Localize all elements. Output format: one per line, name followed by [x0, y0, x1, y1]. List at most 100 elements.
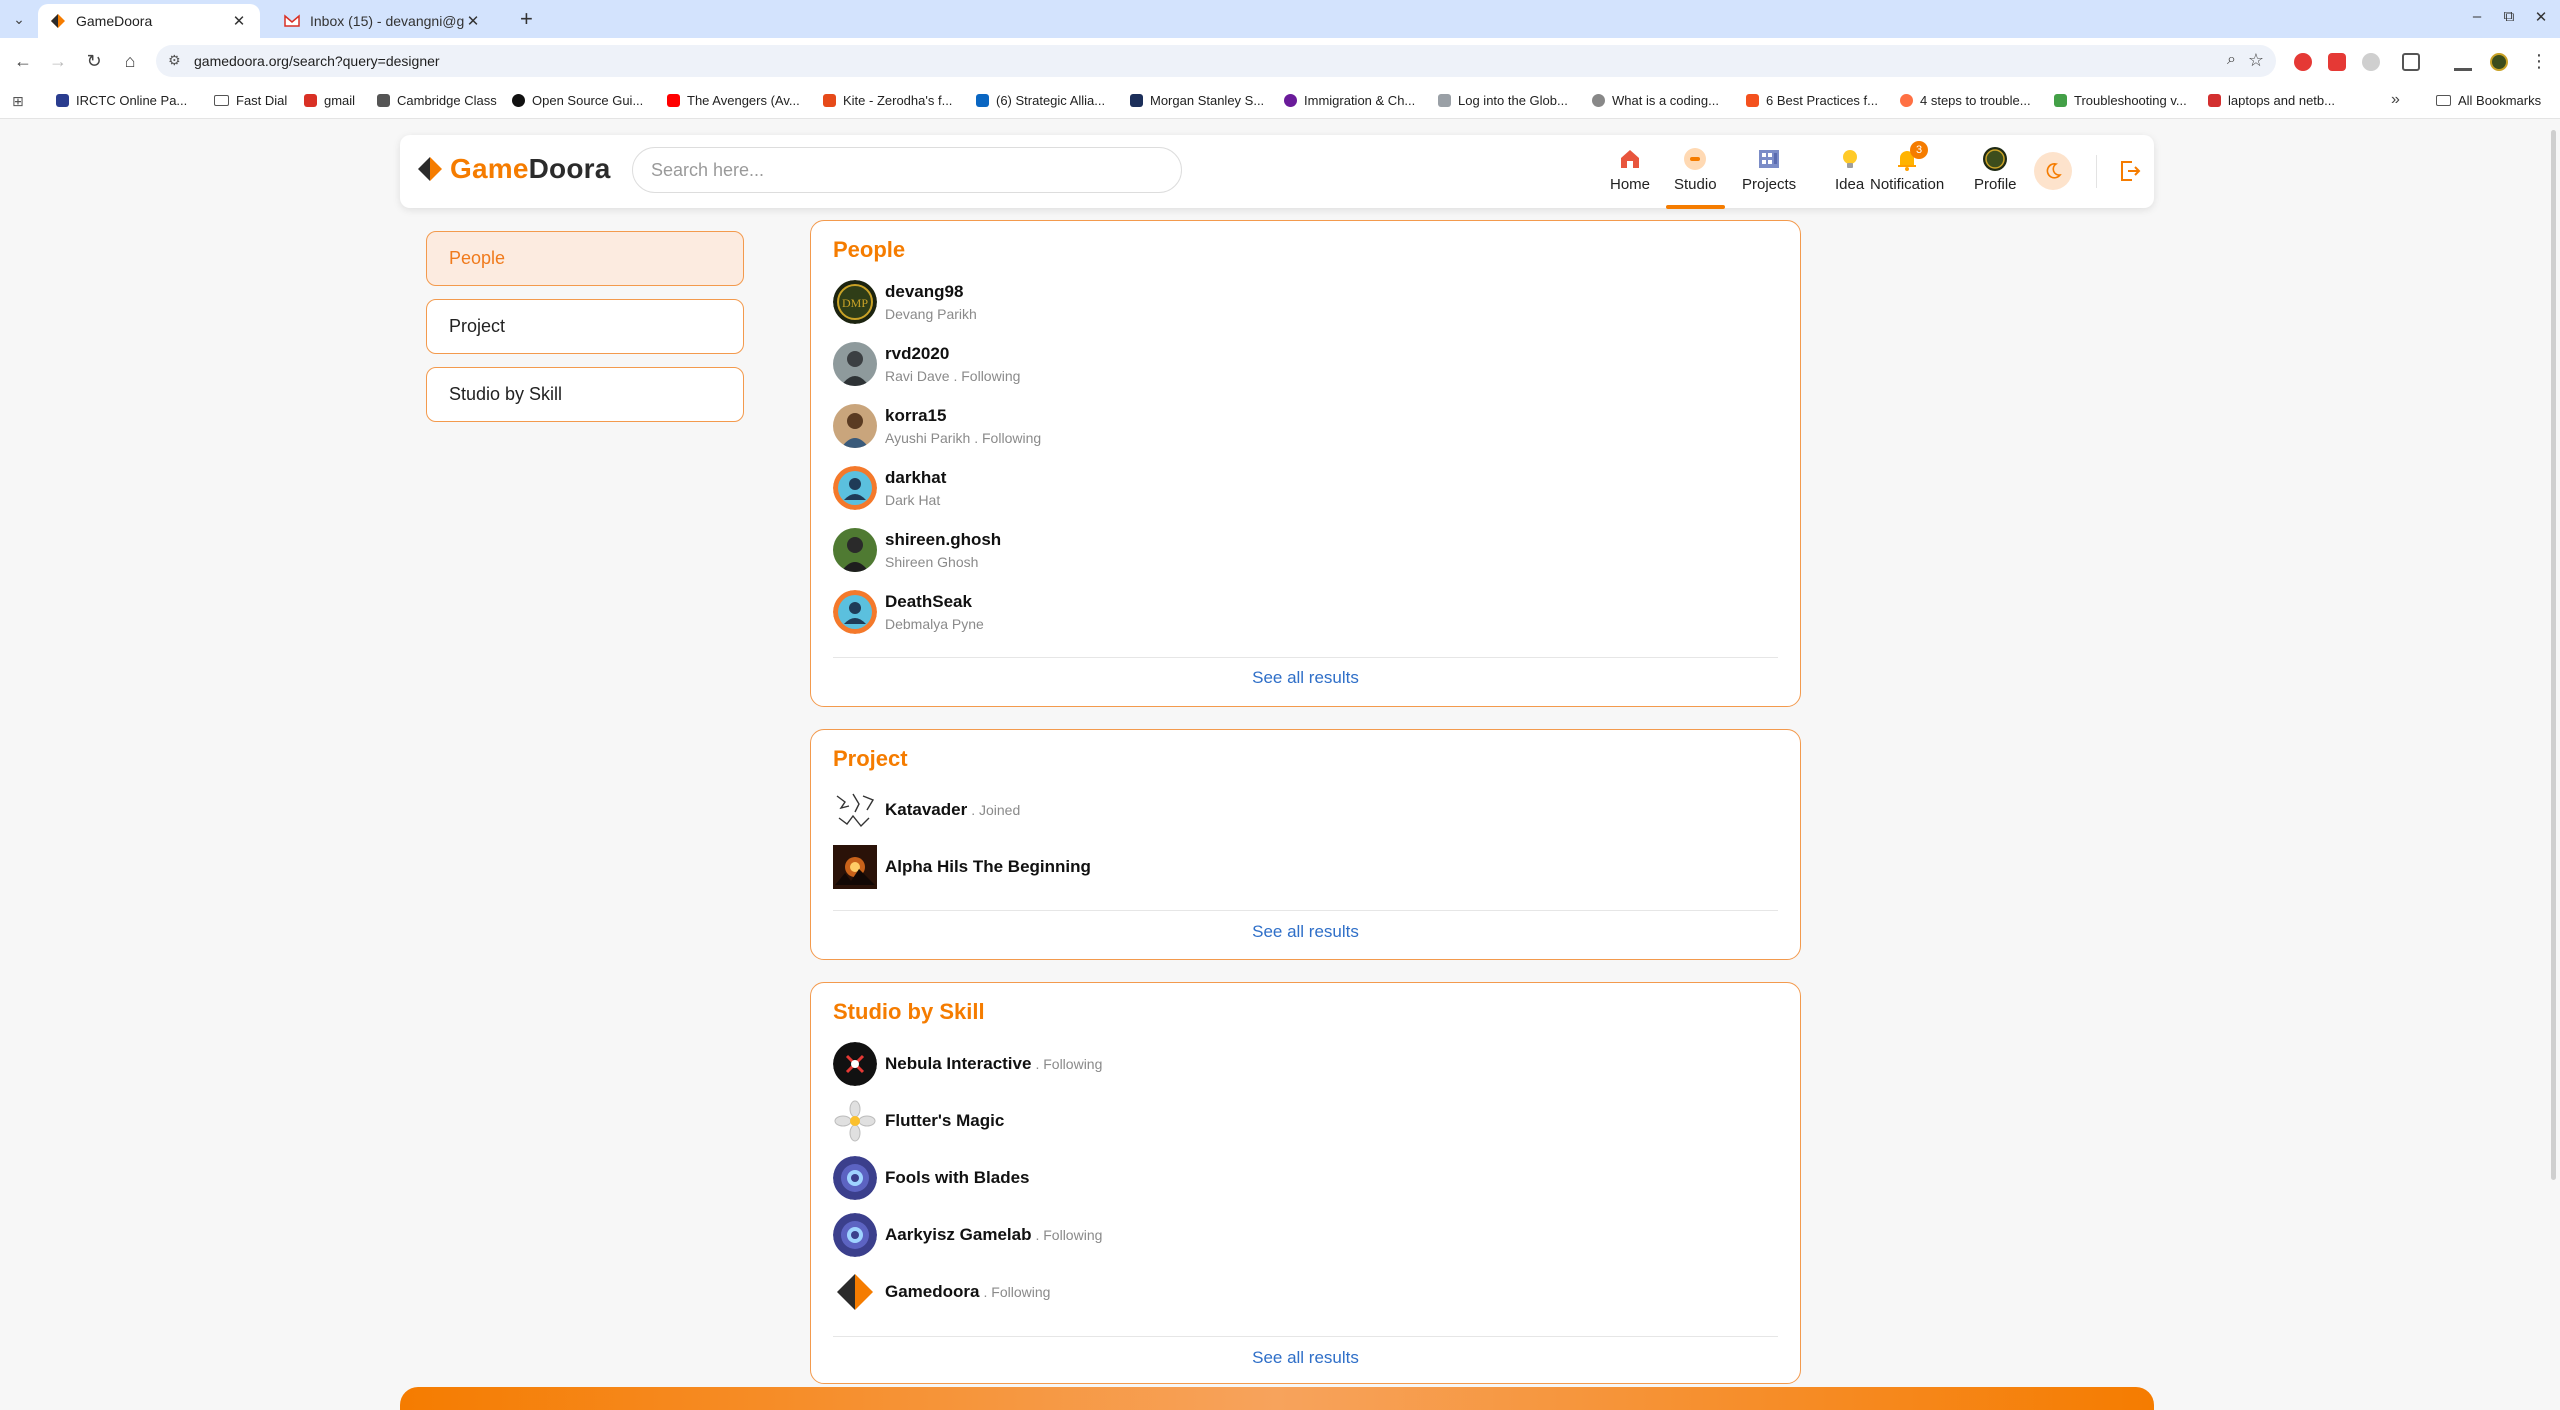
project-name[interactable]: Katavader — [885, 800, 967, 820]
nav-label: Profile — [1974, 176, 2017, 193]
person-row[interactable]: korra15 Ayushi Parikh . Following — [833, 402, 1041, 450]
bookmark-laptops[interactable]: laptops and netb... — [2208, 93, 2335, 108]
logout-icon[interactable] — [2118, 159, 2142, 183]
nav-projects[interactable]: Projects — [1742, 147, 1796, 203]
studio-row[interactable]: Aarkyisz Gamelab. Following — [833, 1211, 1102, 1259]
person-row[interactable]: DeathSeak Debmalya Pyne — [833, 588, 984, 636]
bookmark-irctc[interactable]: IRCTC Online Pa... — [56, 93, 187, 108]
see-all-people-link[interactable]: See all results — [811, 668, 1800, 688]
bookmark-morgan-stanley[interactable]: Morgan Stanley S... — [1130, 93, 1264, 108]
project-name[interactable]: Alpha Hils The Beginning — [885, 857, 1091, 877]
see-all-studios-link[interactable]: See all results — [811, 1348, 1800, 1368]
restore-icon[interactable]: ⧉ — [2494, 8, 2524, 25]
minimize-icon[interactable]: – — [2462, 8, 2492, 25]
projects-icon — [1759, 150, 1780, 168]
see-all-projects-link[interactable]: See all results — [811, 922, 1800, 942]
footer-banner — [400, 1387, 2154, 1410]
site-info-icon[interactable]: ⚙ — [168, 52, 181, 69]
close-tab-icon[interactable]: ✕ — [230, 12, 248, 30]
nav-studio[interactable]: Studio — [1666, 147, 1725, 209]
filter-people[interactable]: People — [426, 231, 744, 286]
tab-search-icon[interactable]: ⌄ — [8, 8, 30, 30]
avatar: DMP — [833, 280, 877, 324]
nav-profile[interactable]: Profile — [1974, 147, 2017, 203]
display-name: Devang Parikh — [885, 306, 977, 322]
project-row[interactable]: Alpha Hils The Beginning — [833, 843, 1091, 891]
flutters-magic-logo-icon — [833, 1099, 877, 1143]
person-row[interactable]: shireen.ghosh Shireen Ghosh — [833, 526, 1001, 574]
studio-row[interactable]: Fools with Blades — [833, 1154, 1030, 1202]
extension-record-icon[interactable] — [2328, 53, 2346, 71]
extension-chat-icon[interactable] — [2362, 53, 2380, 71]
gamedoora-logo[interactable]: GameDoora — [416, 153, 611, 185]
people-results-card: People DMP devang98 Devang Parikh rvd2020… — [810, 220, 1801, 707]
person-row[interactable]: DMP devang98 Devang Parikh — [833, 278, 977, 326]
forward-icon[interactable]: → — [45, 48, 71, 74]
close-tab-icon[interactable]: ✕ — [464, 12, 482, 30]
username[interactable]: DeathSeak — [885, 592, 984, 612]
all-bookmarks[interactable]: All Bookmarks — [2436, 93, 2541, 108]
nav-idea[interactable]: Idea — [1835, 147, 1864, 203]
person-row[interactable]: rvd2020 Ravi Dave . Following — [833, 340, 1020, 388]
studio-name[interactable]: Flutter's Magic — [885, 1111, 1004, 1131]
scrollbar-thumb[interactable] — [2551, 130, 2556, 1180]
tab-gamedoora[interactable]: GameDoora ✕ — [38, 4, 260, 38]
username[interactable]: shireen.ghosh — [885, 530, 1001, 550]
new-tab-button[interactable]: + — [520, 8, 533, 30]
profile-avatar-icon[interactable] — [2490, 53, 2508, 71]
username[interactable]: korra15 — [885, 406, 1041, 426]
studio-row[interactable]: Nebula Interactive. Following — [833, 1040, 1102, 1088]
downloads-icon[interactable] — [2454, 53, 2472, 71]
card-title: Studio by Skill — [833, 999, 985, 1024]
apps-grid-icon[interactable]: ⊞ — [12, 93, 24, 110]
project-row[interactable]: Katavader. Joined — [833, 786, 1020, 834]
username[interactable]: rvd2020 — [885, 344, 1020, 364]
bookmark-coding[interactable]: What is a coding... — [1592, 93, 1719, 108]
bookmark-troubleshooting[interactable]: Troubleshooting v... — [2054, 93, 2187, 108]
avatar — [833, 466, 877, 510]
username[interactable]: darkhat — [885, 468, 946, 488]
bookmark-linkedin[interactable]: (6) Strategic Allia... — [976, 93, 1105, 108]
zoom-icon[interactable]: ⌕ — [2227, 51, 2236, 69]
dark-mode-toggle[interactable] — [2034, 152, 2072, 190]
card-divider — [833, 657, 1778, 658]
studio-name[interactable]: Fools with Blades — [885, 1168, 1030, 1188]
studio-row[interactable]: Gamedoora. Following — [833, 1268, 1050, 1316]
bookmark-kite[interactable]: Kite - Zerodha's f... — [823, 93, 952, 108]
home-browser-icon[interactable]: ⌂ — [117, 48, 143, 74]
bookmark-best-practices[interactable]: 6 Best Practices f... — [1746, 93, 1878, 108]
tab-gmail[interactable]: Inbox (15) - devangni@gmail.com ✕ — [272, 4, 494, 38]
studio-name[interactable]: Aarkyisz Gamelab — [885, 1225, 1031, 1245]
studio-name[interactable]: Gamedoora — [885, 1282, 979, 1302]
studio-logo — [833, 1213, 877, 1257]
username[interactable]: devang98 — [885, 282, 977, 302]
more-bookmarks-icon[interactable]: » — [2391, 91, 2400, 109]
bookmark-cambridge[interactable]: Cambridge Class — [377, 93, 497, 108]
bookmark-star-icon[interactable]: ☆ — [2248, 50, 2264, 71]
filter-studio-by-skill[interactable]: Studio by Skill — [426, 367, 744, 422]
extensions-puzzle-icon[interactable] — [2402, 53, 2420, 71]
bookmark-global[interactable]: Log into the Glob... — [1438, 93, 1568, 108]
nav-home[interactable]: Home — [1610, 147, 1650, 203]
close-window-icon[interactable]: ✕ — [2526, 8, 2556, 26]
bookmark-immigration[interactable]: Immigration & Ch... — [1284, 93, 1415, 108]
menu-kebab-icon[interactable]: ⋮ — [2526, 48, 2552, 74]
address-bar[interactable]: ⚙ gamedoora.org/search?query=designer ⌕ … — [156, 45, 2276, 77]
display-name: Ravi Dave . Following — [885, 368, 1021, 384]
tab-title: GameDoora — [76, 13, 153, 29]
studio-row[interactable]: Flutter's Magic — [833, 1097, 1004, 1145]
bookmark-troubleshoot[interactable]: 4 steps to trouble... — [1900, 93, 2031, 108]
back-icon[interactable]: ← — [10, 48, 36, 74]
nav-notification[interactable]: 3 Notification — [1870, 141, 1944, 203]
bookmark-youtube[interactable]: The Avengers (Av... — [667, 93, 800, 108]
tab-strip: ⌄ GameDoora ✕ Inbox (15) - devangni@gmai… — [0, 0, 2560, 38]
filter-project[interactable]: Project — [426, 299, 744, 354]
bookmark-gmail[interactable]: gmail — [304, 93, 355, 108]
reload-icon[interactable]: ↻ — [81, 48, 107, 74]
extension-opera-icon[interactable] — [2294, 53, 2312, 71]
bookmark-fast-dial[interactable]: Fast Dial — [214, 93, 287, 108]
search-input[interactable] — [632, 147, 1182, 193]
person-row[interactable]: darkhat Dark Hat — [833, 464, 946, 512]
bookmark-github[interactable]: Open Source Gui... — [512, 93, 643, 108]
studio-name[interactable]: Nebula Interactive — [885, 1054, 1031, 1074]
